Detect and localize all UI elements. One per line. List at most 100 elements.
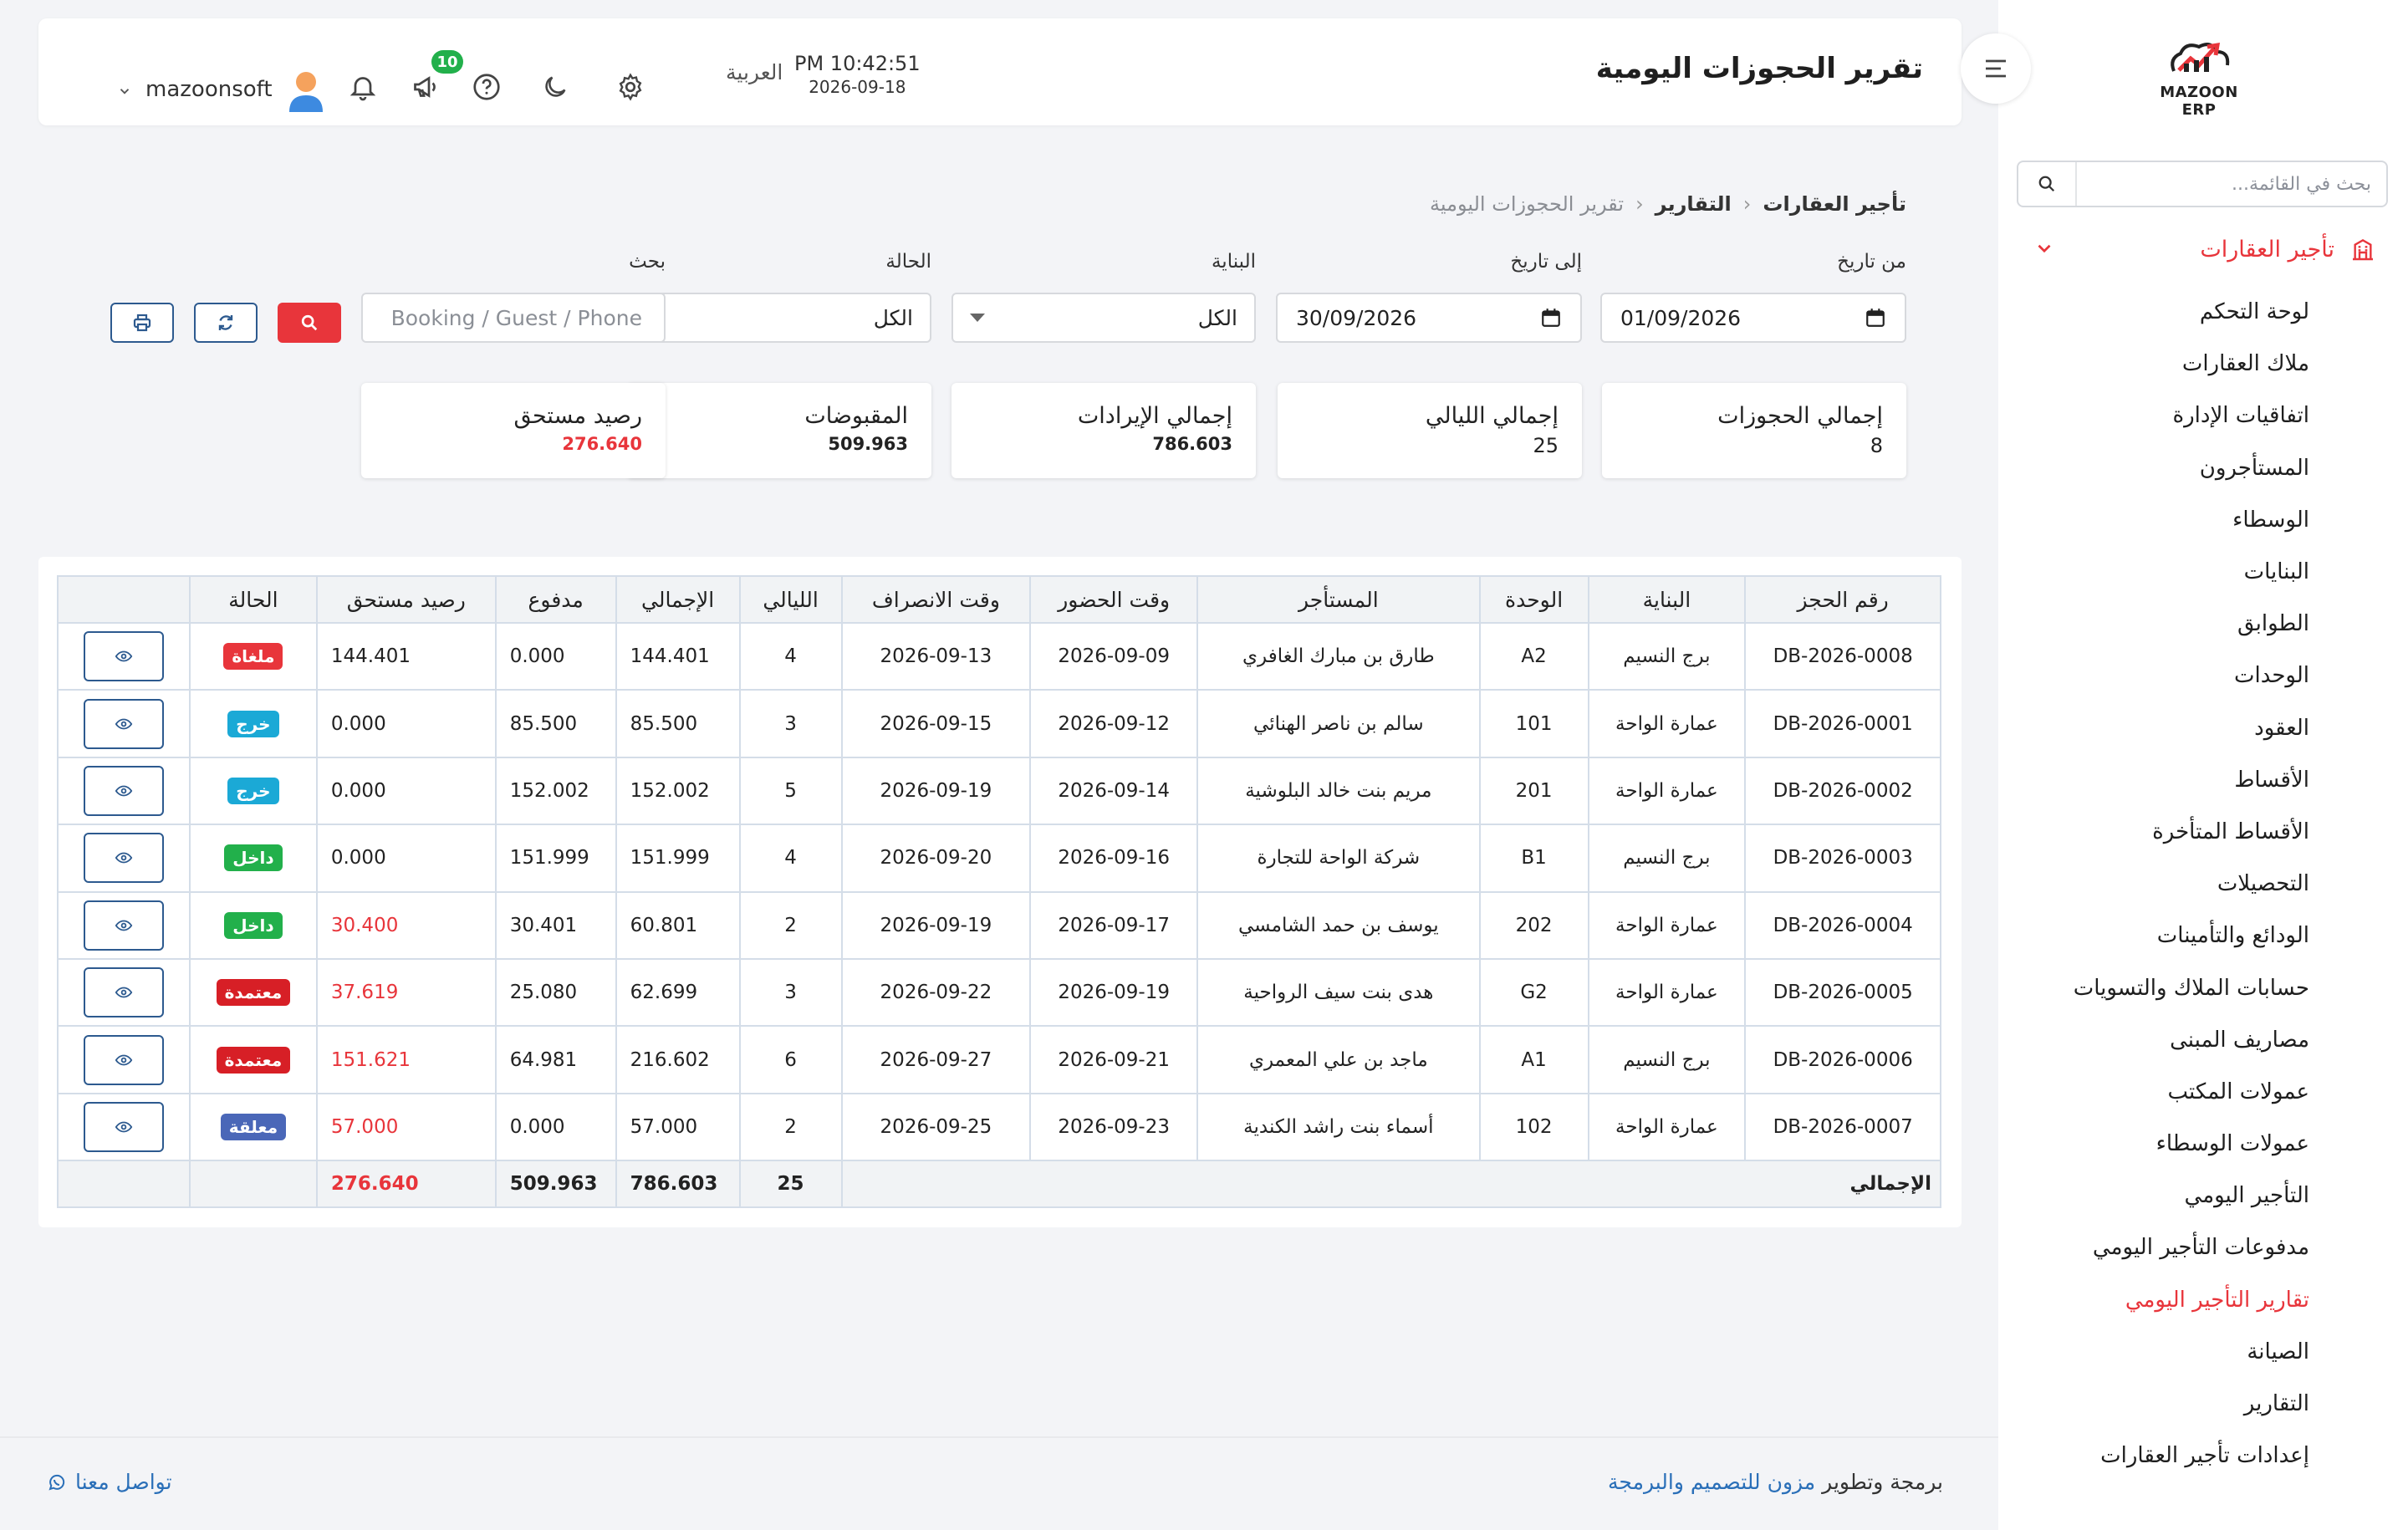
view-booking-button[interactable] (83, 900, 164, 951)
cell-paid: 0.000 (494, 621, 617, 691)
col-header-paid[interactable]: مدفوع (494, 575, 617, 624)
sidebar-item-buildings[interactable]: البنايات (1998, 546, 2408, 598)
view-booking-button[interactable] (83, 967, 164, 1018)
view-booking-button[interactable] (83, 765, 164, 816)
sidebar-item-brokers[interactable]: الوسطاء (1998, 494, 2408, 546)
whatsapp-icon (48, 1474, 65, 1491)
cell-paid: 0.000 (494, 1092, 617, 1162)
footer-credit-link[interactable]: مزون للتصميم والبرمجة (1608, 1470, 1815, 1494)
view-booking-button[interactable] (83, 631, 164, 682)
to-date-value: 30/09/2026 (1296, 305, 1417, 330)
cell-due: 0.000 (315, 756, 497, 826)
chevron-down-icon[interactable] (117, 84, 132, 102)
refresh-button[interactable] (194, 303, 258, 343)
view-booking-button[interactable] (83, 833, 164, 884)
table-row: DB-2026-0002 عمارة الواحة 201 مريم بنت خالد… (57, 756, 1941, 826)
sidebar-item-dashboard[interactable]: لوحة التحكم (1998, 286, 2408, 338)
search-filter-placeholder: Booking / Guest / Phone (390, 305, 642, 330)
sidebar-item-daily-rental-reports[interactable]: تقارير التأجير اليومي (1998, 1274, 2408, 1326)
col-header-checkout[interactable]: وقت الانصراف (840, 575, 1032, 624)
bell-icon[interactable] (346, 70, 380, 104)
to-date-input[interactable]: 30/09/2026 (1276, 293, 1582, 343)
cell-total: 60.801 (615, 890, 741, 960)
sidebar-item-contracts[interactable]: العقود (1998, 702, 2408, 754)
col-header-total[interactable]: الإجمالي (615, 575, 741, 624)
help-icon[interactable] (470, 70, 503, 104)
from-date-input[interactable]: 01/09/2026 (1600, 293, 1906, 343)
sidebar-group-property-rental[interactable]: تأجير العقارات (2017, 226, 2388, 273)
cell-due: 0.000 (315, 689, 497, 758)
sidebar-item-installments[interactable]: الأقساط (1998, 754, 2408, 806)
megaphone-icon[interactable] (410, 70, 443, 104)
sidebar-item-overdue-installments[interactable]: الأقساط المتأخرة (1998, 806, 2408, 858)
eye-icon (115, 1054, 133, 1065)
view-booking-button[interactable] (83, 1101, 164, 1152)
col-header-nights[interactable]: الليالي (738, 575, 843, 624)
cell-tenant: طارق بن مبارك الغافري (1196, 621, 1481, 691)
status-badge: خرج (227, 777, 279, 804)
sidebar-item-management-agreements[interactable]: اتفاقيات الإدارة (1998, 390, 2408, 441)
gear-icon[interactable] (614, 70, 647, 104)
sidebar-search-input[interactable] (2077, 162, 2386, 206)
cell-unit: 201 (1478, 756, 1589, 826)
col-header-checkin[interactable]: وقت الحضور (1029, 575, 1199, 624)
sidebar-item-floors[interactable]: الطوابق (1998, 598, 2408, 650)
building-filter-select[interactable]: الكل (951, 293, 1256, 343)
table-row: DB-2026-0001 عمارة الواحة 101 سالم بن ناصر … (57, 689, 1941, 758)
status-filter-select[interactable]: الكل (627, 293, 931, 343)
sidebar-item-units[interactable]: الوحدات (1998, 650, 2408, 701)
calendar-icon[interactable] (1865, 307, 1886, 329)
footer-total-label: الإجمالي (840, 1160, 1941, 1209)
col-header-unit[interactable]: الوحدة (1478, 575, 1589, 624)
cell-nights: 5 (738, 756, 843, 826)
search-filter-input[interactable]: Booking / Guest / Phone (361, 293, 666, 343)
sidebar-item-owner-accounts[interactable]: حسابات الملاك والتسويات (1998, 961, 2408, 1013)
col-header-status[interactable]: الحالة (188, 575, 318, 624)
col-header-due[interactable]: رصيد مستحق (315, 575, 497, 624)
menu-toggle-button[interactable] (1961, 33, 2031, 104)
table-row: DB-2026-0006 برج النسيم A1 ماجد بن علي المع… (57, 1025, 1941, 1094)
sidebar-item-tenants[interactable]: المستأجرون (1998, 442, 2408, 494)
cell-due: 151.621 (315, 1025, 497, 1094)
contact-us-link[interactable]: تواصل معنا (47, 1470, 172, 1494)
sidebar-item-daily-rental-payments[interactable]: مدفوعات التأجير اليومي (1998, 1221, 2408, 1273)
breadcrumb-reports[interactable]: التقارير (1656, 192, 1732, 216)
cell-booking-id: DB-2026-0005 (1744, 957, 1941, 1028)
col-header-building[interactable]: البناية (1587, 575, 1747, 624)
sidebar-item-broker-commissions[interactable]: عمولات الوسطاء (1998, 1118, 2408, 1170)
sidebar-item-maintenance[interactable]: الصيانة (1998, 1326, 2408, 1378)
cell-checkout: 2026-09-20 (840, 824, 1032, 893)
view-booking-button[interactable] (83, 698, 164, 749)
language-switcher[interactable]: العربية (726, 60, 783, 84)
cell-building: عمارة الواحة (1587, 890, 1747, 960)
col-header-tenant[interactable]: المستأجر (1196, 575, 1481, 624)
sidebar-item-daily-rental[interactable]: التأجير اليومي (1998, 1170, 2408, 1221)
app-logo[interactable]: MAZOON ERP (2140, 33, 2258, 119)
print-button[interactable] (110, 303, 174, 343)
view-booking-button[interactable] (83, 1034, 164, 1085)
username[interactable]: mazoonsoft (145, 77, 273, 102)
sidebar-item-owners[interactable]: ملاك العقارات (1998, 338, 2408, 390)
cell-building: برج النسيم (1587, 1025, 1747, 1094)
col-header-booking-id[interactable]: رقم الحجز (1744, 575, 1941, 624)
clock: PM 10:42:51 2026-09-18 (794, 52, 921, 97)
sidebar-item-office-commissions[interactable]: عمولات المكتب (1998, 1066, 2408, 1118)
print-icon (133, 314, 151, 332)
sidebar-item-building-expenses[interactable]: مصاريف المبنى (1998, 1014, 2408, 1066)
sidebar-search-button[interactable] (2018, 162, 2077, 206)
sidebar-item-reports[interactable]: التقارير (1998, 1378, 2408, 1430)
search-button[interactable] (278, 303, 341, 343)
sidebar-item-rental-settings[interactable]: إعدادات تأجير العقارات (1998, 1430, 2408, 1482)
sidebar-item-collections[interactable]: التحصيلات (1998, 858, 2408, 910)
calendar-icon[interactable] (1540, 307, 1562, 329)
cell-booking-id: DB-2026-0001 (1744, 689, 1941, 758)
moon-icon[interactable] (538, 70, 572, 104)
building-icon (2346, 236, 2380, 263)
cell-tenant: شركة الواحة للتجارة (1196, 824, 1481, 893)
cell-checkin: 2026-09-19 (1029, 957, 1199, 1028)
user-avatar-icon[interactable] (286, 69, 326, 114)
sidebar-group-label: تأجير العقارات (2200, 236, 2334, 263)
breadcrumb-property-rental[interactable]: تأجير العقارات (1763, 192, 1906, 216)
sidebar-item-deposits[interactable]: الودائع والتأمينات (1998, 910, 2408, 961)
bookings-table-panel: رقم الحجز البناية الوحدة المستأجر وقت ال… (38, 557, 1962, 1227)
